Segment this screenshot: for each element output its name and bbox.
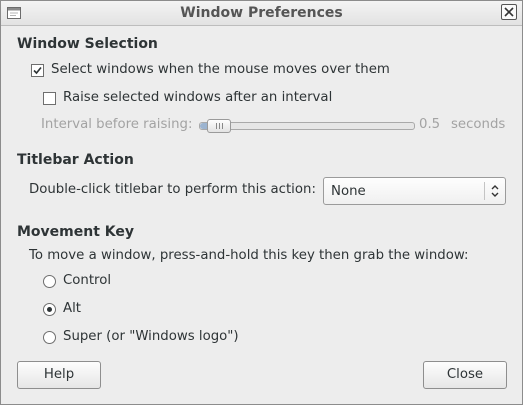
titlebar-action-label: Double-click titlebar to perform this ac… xyxy=(29,182,316,197)
interval-unit: seconds xyxy=(451,117,506,132)
raise-after-interval-checkbox[interactable] xyxy=(43,92,56,105)
close-button[interactable]: Close xyxy=(423,361,507,389)
radio-control-label: Control xyxy=(63,273,112,288)
checkmark-icon xyxy=(33,66,42,75)
help-button[interactable]: Help xyxy=(17,361,101,389)
radio-super-label: Super (or "Windows logo") xyxy=(63,329,239,344)
window-selection-heading: Window Selection xyxy=(17,36,158,52)
titlebar-action-selected: None xyxy=(331,184,366,199)
interval-slider-track[interactable] xyxy=(199,122,415,130)
combo-separator xyxy=(484,182,485,200)
interval-label: Interval before raising: xyxy=(41,117,193,132)
titlebar-action-heading: Titlebar Action xyxy=(17,152,134,168)
select-on-hover-checkbox[interactable] xyxy=(31,64,44,77)
radio-super[interactable] xyxy=(43,331,56,344)
radio-alt[interactable] xyxy=(43,303,56,316)
radio-alt-label: Alt xyxy=(63,301,82,316)
raise-after-interval-label: Raise selected windows after an interval xyxy=(63,90,333,105)
titlebar[interactable]: Window Preferences xyxy=(1,1,522,26)
select-on-hover-label: Select windows when the mouse moves over… xyxy=(51,62,390,77)
preferences-dialog: Window Preferences Window Selection Sele… xyxy=(0,0,523,405)
movement-key-heading: Movement Key xyxy=(17,224,135,240)
radio-selected-dot xyxy=(47,307,52,312)
window-title: Window Preferences xyxy=(180,5,343,21)
interval-value: 0.5 xyxy=(419,117,441,132)
radio-control[interactable] xyxy=(43,275,56,288)
close-icon[interactable] xyxy=(501,4,517,20)
interval-slider-handle[interactable] xyxy=(207,119,231,133)
movement-key-description: To move a window, press-and-hold this ke… xyxy=(29,248,469,263)
titlebar-action-combo[interactable]: None xyxy=(323,177,506,205)
chevron-updown-icon xyxy=(489,183,501,203)
